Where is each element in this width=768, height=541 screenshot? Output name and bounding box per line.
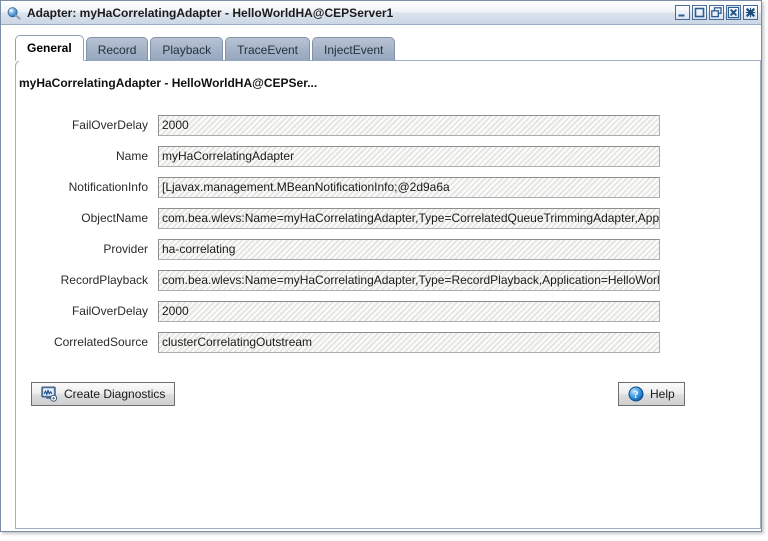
help-button[interactable]: ? Help — [618, 382, 685, 406]
restore-button[interactable] — [709, 5, 724, 20]
tab-traceevent[interactable]: TraceEvent — [225, 37, 311, 61]
field-label: ObjectName — [81, 211, 148, 225]
field-row-recordplayback: RecordPlayback com.bea.wlevs:Name=myHaCo… — [16, 269, 760, 291]
tab-label: InjectEvent — [324, 43, 384, 57]
field-row-objectname: ObjectName com.bea.wlevs:Name=myHaCorrel… — [16, 207, 760, 229]
field-label: RecordPlayback — [60, 273, 148, 287]
tab-playback[interactable]: Playback — [150, 37, 224, 61]
blue-sphere-icon — [6, 5, 22, 21]
adapter-window: Adapter: myHaCorrelatingAdapter - HelloW… — [0, 0, 762, 532]
field-value-failoverdelay-1[interactable]: 2000 — [158, 114, 660, 136]
tab-injectevent[interactable]: InjectEvent — [312, 37, 396, 61]
close-frame-button[interactable] — [726, 5, 741, 20]
tab-record[interactable]: Record — [85, 37, 149, 61]
window-controls — [675, 5, 758, 20]
field-label: FailOverDelay — [71, 304, 148, 318]
question-mark-icon: ? — [628, 386, 644, 402]
field-row-correlatedsource: CorrelatedSource clusterCorrelatingOutst… — [16, 331, 760, 353]
field-label: CorrelatedSource — [53, 335, 148, 349]
field-value-objectname[interactable]: com.bea.wlevs:Name=myHaCorrelatingAdapte… — [158, 207, 660, 229]
field-value-name[interactable]: myHaCorrelatingAdapter — [158, 145, 660, 167]
tab-general[interactable]: General — [15, 35, 84, 61]
create-diagnostics-button[interactable]: Create Diagnostics — [31, 382, 176, 406]
monitor-chart-icon — [41, 386, 58, 402]
help-label: Help — [650, 387, 675, 401]
adapter-properties-form: FailOverDelay 2000 Name myHaCorrelatingA… — [16, 114, 760, 362]
field-value-recordplayback[interactable]: com.bea.wlevs:Name=myHaCorrelatingAdapte… — [158, 269, 660, 291]
tab-label: Playback — [162, 43, 212, 57]
field-row-name: Name myHaCorrelatingAdapter — [16, 145, 760, 167]
field-row-failoverdelay-1: FailOverDelay 2000 — [16, 114, 760, 136]
field-row-failoverdelay-2: FailOverDelay 2000 — [16, 300, 760, 322]
window-titlebar: Adapter: myHaCorrelatingAdapter - HelloW… — [1, 1, 761, 25]
tab-strip: General Record Playback TraceEvent Injec… — [15, 35, 397, 61]
field-label: Name — [115, 149, 148, 163]
field-label: Provider — [103, 242, 148, 256]
close-button[interactable] — [743, 5, 758, 20]
window-title: Adapter: myHaCorrelatingAdapter - HelloW… — [27, 5, 394, 20]
page-title: myHaCorrelatingAdapter - HelloWorldHA@CE… — [19, 76, 318, 90]
svg-text:?: ? — [633, 390, 638, 401]
field-value-failoverdelay-2[interactable]: 2000 — [158, 300, 660, 322]
general-tab-panel: myHaCorrelatingAdapter - HelloWorldHA@CE… — [15, 60, 761, 529]
tab-label: Record — [97, 43, 137, 57]
field-label: FailOverDelay — [71, 118, 148, 132]
field-value-provider[interactable]: ha-correlating — [158, 238, 660, 260]
field-label: NotificationInfo — [68, 180, 148, 194]
maximize-button[interactable] — [692, 5, 707, 20]
field-row-notificationinfo: NotificationInfo [Ljavax.management.MBea… — [16, 176, 760, 198]
minimize-button[interactable] — [675, 5, 690, 20]
tab-label: General — [27, 41, 72, 55]
tab-label: TraceEvent — [237, 43, 299, 57]
field-value-correlatedsource[interactable]: clusterCorrelatingOutstream — [158, 331, 660, 353]
create-diagnostics-label: Create Diagnostics — [64, 387, 166, 401]
field-value-notificationinfo[interactable]: [Ljavax.management.MBeanNotificationInfo… — [158, 176, 660, 198]
application-root: Adapter: myHaCorrelatingAdapter - HelloW… — [0, 0, 768, 541]
field-row-provider: Provider ha-correlating — [16, 238, 760, 260]
